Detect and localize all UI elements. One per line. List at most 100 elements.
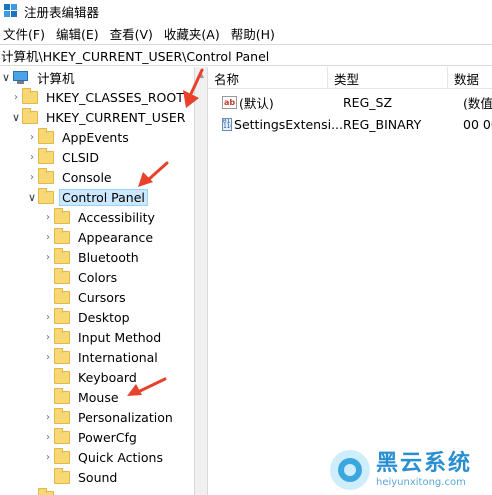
list-header: 名称 类型 数据 [208, 67, 492, 89]
folder-icon [54, 227, 70, 244]
tree-node-hkcr[interactable]: › HKEY_CLASSES_ROOT [10, 87, 187, 107]
folder-icon [54, 427, 70, 444]
folder-icon [38, 127, 54, 144]
tree-label: Bluetooth [78, 249, 139, 265]
tree-node-accessibility[interactable]: › Accessibility [42, 207, 158, 227]
folder-icon [54, 467, 70, 484]
value-type: REG_BINARY [343, 116, 422, 132]
menu-file[interactable]: 文件(F) [0, 24, 53, 43]
tree-node-colors[interactable]: Colors [42, 267, 120, 287]
expand-arrow-icon[interactable]: › [42, 307, 54, 327]
expand-arrow-icon[interactable]: › [42, 227, 54, 247]
column-header-name[interactable]: 名称 [208, 67, 328, 89]
tree-label: Input Method [78, 329, 162, 345]
tree-node-cursors[interactable]: Cursors [42, 287, 129, 307]
expand-arrow-icon[interactable]: › [26, 147, 38, 167]
folder-icon [54, 287, 70, 304]
expand-arrow-icon[interactable]: › [42, 427, 54, 447]
expand-arrow-icon[interactable]: › [10, 87, 22, 107]
watermark-title: 黑云系统 [376, 451, 473, 476]
tree-node-bluetooth[interactable]: › Bluetooth [42, 247, 142, 267]
no-arrow [42, 467, 54, 487]
tree-node-quick-actions[interactable]: › Quick Actions [42, 447, 166, 467]
key-tree: ∨ 计算机 › HKEY_CLASSES_ROOT ∨ HKEY_CURRENT… [0, 67, 194, 495]
folder-icon [38, 147, 54, 164]
tree-node-appevents[interactable]: › AppEvents [26, 127, 132, 147]
tree-node-input-method[interactable]: › Input Method [42, 327, 164, 347]
expand-arrow-icon[interactable]: › [26, 167, 38, 187]
annotation-arrow-icon [127, 377, 167, 396]
expand-arrow-icon[interactable]: › [42, 407, 54, 427]
tree-node-desktop[interactable]: › Desktop [42, 307, 133, 327]
computer-icon [12, 70, 29, 84]
expand-arrow-icon[interactable]: › [42, 207, 54, 227]
tree-label: Console [62, 169, 112, 185]
folder-icon [54, 247, 70, 264]
tree-node-appearance[interactable]: › Appearance [42, 227, 156, 247]
folder-icon [54, 347, 70, 364]
no-arrow [42, 287, 54, 307]
folder-icon [38, 487, 54, 495]
tree-node-powercfg[interactable]: › PowerCfg [42, 427, 140, 447]
column-header-data[interactable]: 数据 [448, 67, 492, 89]
collapse-arrow-icon[interactable]: ∨ [0, 67, 12, 87]
tree-node-personalization[interactable]: › Personalization [42, 407, 176, 427]
tree-label: PowerCfg [78, 429, 137, 445]
folder-icon [54, 387, 70, 404]
tree-label: Cursors [78, 289, 126, 305]
expand-arrow-icon[interactable]: › [42, 247, 54, 267]
watermark-logo-icon [330, 450, 370, 490]
tree-node-computer[interactable]: ∨ 计算机 [0, 67, 78, 87]
tree-node-control-panel[interactable]: ∨ Control Panel [26, 187, 148, 207]
tree-node-international[interactable]: › International [42, 347, 161, 367]
column-header-type[interactable]: 类型 [328, 67, 448, 89]
tree-label: Colors [78, 269, 118, 285]
values-list: 名称 类型 数据 ab (默认) REG_SZ (数值 011110 Setti… [208, 67, 492, 495]
expand-arrow-icon[interactable]: › [42, 327, 54, 347]
tree-label: Accessibility [78, 209, 155, 225]
tree-label: CLSID [62, 149, 99, 165]
menu-favorites[interactable]: 收藏夹(A) [161, 24, 228, 43]
tree-label: HKEY_CURRENT_USER [46, 109, 186, 125]
value-row[interactable]: 011110 SettingsExtensi... REG_BINARY 00 … [208, 114, 492, 134]
tree-node-partial[interactable]: › [26, 487, 59, 495]
watermark: 黑云系统 heiyunxitong.com [330, 445, 492, 495]
menu-help[interactable]: 帮助(H) [228, 24, 283, 43]
value-row[interactable]: ab (默认) REG_SZ (数值 [208, 92, 492, 112]
tree-label: International [78, 349, 158, 365]
folder-icon [54, 407, 70, 424]
tree-node-sound[interactable]: Sound [42, 467, 120, 487]
folder-icon [22, 87, 38, 104]
tree-label: 计算机 [37, 70, 75, 86]
folder-icon [54, 207, 70, 224]
menu-view[interactable]: 查看(V) [107, 24, 161, 43]
tree-node-mouse[interactable]: Mouse [42, 387, 122, 407]
collapse-arrow-icon[interactable]: ∨ [26, 187, 38, 207]
folder-icon [54, 447, 70, 464]
pane-splitter[interactable]: ▲ [194, 67, 208, 495]
annotation-arrow-icon [183, 68, 204, 108]
value-data: 00 00 [463, 116, 492, 132]
collapse-arrow-icon[interactable]: ∨ [10, 107, 22, 127]
tree-node-hkcu[interactable]: ∨ HKEY_CURRENT_USER [10, 107, 188, 127]
tree-node-clsid[interactable]: › CLSID [26, 147, 102, 167]
tree-label: Desktop [78, 309, 130, 325]
value-type: REG_SZ [343, 94, 393, 110]
menu-edit[interactable]: 编辑(E) [53, 24, 107, 43]
expand-arrow-icon[interactable]: › [42, 347, 54, 367]
expand-arrow-icon[interactable]: › [42, 447, 54, 467]
registry-editor-icon [4, 4, 18, 18]
address-bar[interactable]: 计算机\HKEY_CURRENT_USER\Control Panel [0, 44, 492, 66]
expand-arrow-icon[interactable]: › [26, 127, 38, 147]
tree-label: Appearance [78, 229, 154, 245]
tree-label: HKEY_CLASSES_ROOT [46, 89, 184, 105]
no-arrow [42, 367, 54, 387]
title-bar[interactable]: 注册表编辑器 [0, 0, 492, 22]
tree-label: Personalization [78, 409, 173, 425]
expand-arrow-icon[interactable]: › [26, 487, 38, 495]
tree-node-console[interactable]: › Console [26, 167, 115, 187]
folder-icon [54, 327, 70, 344]
tree-label: Mouse [78, 389, 119, 405]
no-arrow [42, 267, 54, 287]
value-name: SettingsExtensi... [234, 116, 343, 132]
